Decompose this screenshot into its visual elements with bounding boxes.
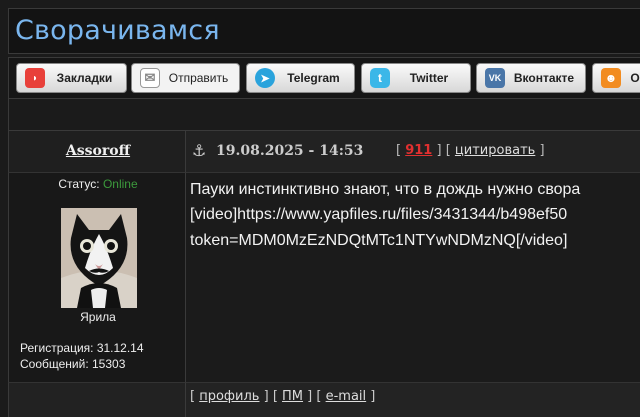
quote-link[interactable]: цитировать [455,143,535,158]
post-text: Пауки инстинктивно знают, что в дождь ну… [190,181,581,198]
bookmark-icon: ◗ [25,68,45,88]
post-author-cell: Assoroff [8,131,186,173]
anchor-icon[interactable]: ⚓ [192,141,206,160]
profile-link[interactable]: профиль [199,389,259,404]
telegram-button[interactable]: ➤ Telegram [246,63,355,93]
post-actions: [ 911 ] [ цитировать ] [396,143,545,158]
send-button[interactable]: ✉ Отправить [131,63,240,93]
post-body: Пауки инстинктивно знают, что в дождь ну… [186,173,640,382]
post-text: token=MDM0MzEzNDQtMTc1NTYwNDMzNQ[/video] [190,232,568,249]
telegram-icon: ➤ [255,68,275,88]
user-info-panel: Статус: Online Ярила Регистрация: 31.12.… [8,173,186,382]
twitter-button[interactable]: t Twitter [361,63,471,93]
post-date: 19.08.2025 - 14:53 [216,143,364,159]
post-number-link[interactable]: 911 [405,143,432,158]
post-footer: [ профиль ] [ ПМ ] [ e-mail ] [186,382,640,417]
odnoklassniki-button[interactable]: ☻ О [592,63,640,93]
post-header: ⚓ 19.08.2025 - 14:53 [ 911 ] [ цитироват… [186,131,640,173]
email-link[interactable]: e-mail [326,389,367,404]
message-count: Сообщений: 15303 [20,357,126,371]
topic-header: Сворачивамся [8,8,640,54]
mail-icon: ✉ [140,68,160,88]
author-link[interactable]: Assoroff [9,143,187,159]
posts-toolbar [8,99,640,131]
topic-title: Сворачивамся [15,15,220,46]
user-links: [ профиль ] [ ПМ ] [ e-mail ] [190,389,376,404]
vk-icon: VK [485,68,505,88]
post-footer-left [8,382,186,417]
pm-link[interactable]: ПМ [282,389,303,404]
avatar[interactable] [61,208,137,308]
avatar-caption: Ярила [80,310,116,324]
registration-date: Регистрация: 31.12.14 [20,341,144,355]
vkontakte-button[interactable]: VK Вконтакте [476,63,586,93]
share-bar: ◗ Закладки ✉ Отправить ➤ Telegram t Twit… [8,57,640,99]
post-text: [video]https://www.yapfiles.ru/files/343… [190,206,568,223]
online-status: Online [102,177,138,191]
twitter-icon: t [370,68,390,88]
user-status: Статус: Online [58,177,138,191]
bookmarks-button[interactable]: ◗ Закладки [16,63,127,93]
odnoklassniki-icon: ☻ [601,68,621,88]
